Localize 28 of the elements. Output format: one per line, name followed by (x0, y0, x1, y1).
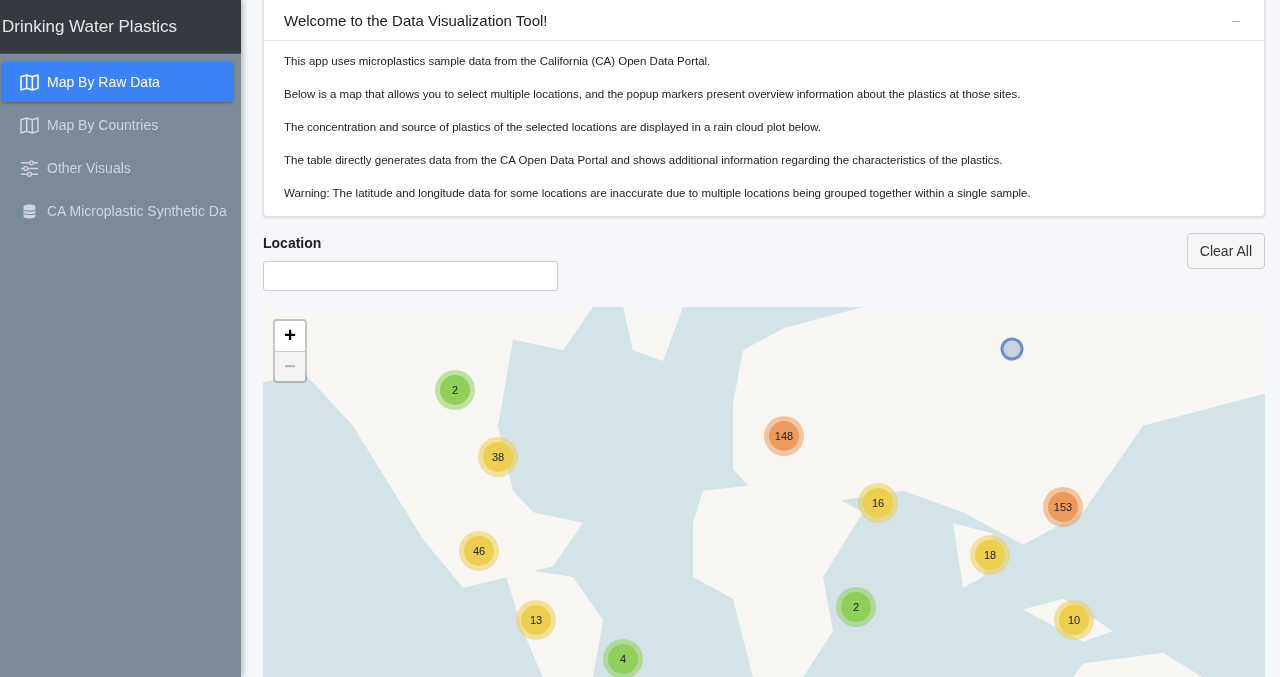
sliders-icon (20, 159, 39, 177)
cluster-marker[interactable]: 38 (478, 436, 518, 477)
zoom-in-button[interactable]: + (275, 320, 305, 351)
intro-paragraph: Below is a map that allows you to select multiple locations, and the popup markers present overview information about the plastics at those sites. (284, 87, 1022, 102)
cluster-marker[interactable]: 16 (858, 482, 898, 523)
app-title: Drinking Water Plastics (0, 0, 241, 54)
circle-marker-icon[interactable] (1000, 336, 1024, 361)
cluster-marker[interactable]: 153 (1043, 486, 1083, 527)
cluster-marker[interactable]: 46 (459, 530, 499, 571)
location-field[interactable] (263, 260, 558, 291)
intro-paragraph: The table directly generates data from the CA Open Data Portal and shows additional information regarding the characteristics of the plastics. (284, 153, 1004, 168)
map-icon (20, 116, 39, 134)
cluster-marker[interactable]: 13 (516, 599, 556, 640)
card-title: Welcome to the Data Visualization Tool! (284, 11, 548, 29)
clear-all-button[interactable]: Clear All (1186, 232, 1265, 269)
location-label: Location (263, 234, 323, 251)
cluster-marker[interactable]: 4 (603, 638, 643, 677)
cluster-marker[interactable]: 148 (764, 415, 804, 456)
database-icon (20, 202, 39, 220)
sidebar-item[interactable]: Map By Raw Data (2, 62, 233, 102)
map-icon (20, 73, 39, 91)
cluster-marker[interactable]: 2 (435, 369, 475, 410)
intro-paragraph: The concentration and source of plastics of the selected locations are displayed in a rain cloud plot below. (284, 120, 822, 135)
cluster-marker[interactable]: 2 (836, 586, 876, 627)
cluster-marker[interactable]: 10 (1054, 599, 1094, 640)
cluster-marker[interactable]: 18 (970, 534, 1010, 575)
intro-paragraph: Warning: The latitude and longitude data for some locations are inaccurate due to multiple locations being grouped together within a single sample. (284, 186, 1032, 201)
intro-paragraph: This app uses microplastics sample data from the California (CA) Open Data Portal. (284, 54, 712, 69)
